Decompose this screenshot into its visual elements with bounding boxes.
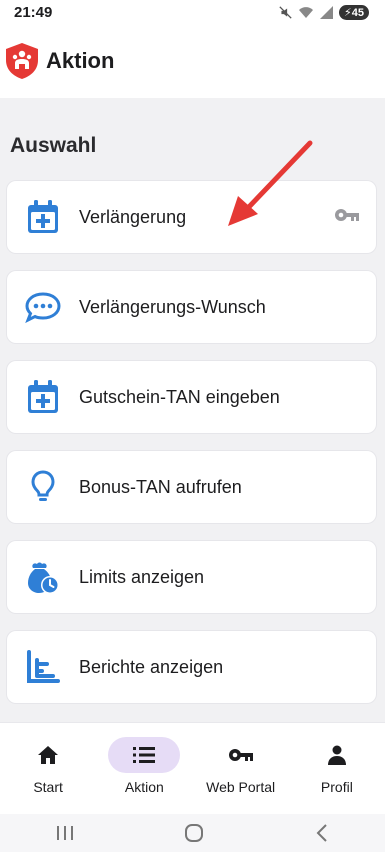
calendar-plus-icon (25, 379, 61, 415)
nav-label: Web Portal (206, 779, 276, 795)
signal-icon (320, 5, 334, 19)
menu-item-label: Berichte anzeigen (79, 656, 224, 677)
menu-item-label: Verlängerungs-Wunsch (79, 296, 266, 317)
nav-item-start[interactable]: Start (0, 737, 96, 795)
battery-level: 45 (351, 6, 364, 19)
menu-item-verlaengerung[interactable]: Verlängerung (7, 181, 376, 253)
bar-chart-icon (25, 649, 61, 685)
wifi-icon (299, 6, 314, 18)
main-content[interactable]: Auswahl Verlängerung Verlängerungs-Wunsc… (0, 98, 385, 720)
status-bar: 21:49 ⚡45 (0, 0, 385, 24)
menu-item-berichte[interactable]: Berichte anzeigen (7, 631, 376, 703)
nav-item-aktion[interactable]: Aktion (96, 737, 192, 795)
menu-item-label: Verlängerung (79, 206, 187, 227)
mute-icon (279, 5, 292, 19)
bottom-navigation: Start Aktion Web Portal Profil (0, 722, 385, 814)
home-button-icon[interactable] (184, 823, 204, 843)
page-title: Aktion (46, 48, 115, 73)
status-time: 21:49 (14, 3, 53, 21)
shield-logo (6, 43, 38, 79)
battery-icon: ⚡45 (339, 4, 369, 20)
app-bar: Aktion (0, 24, 385, 98)
key-icon (205, 737, 277, 773)
recent-apps-icon[interactable] (55, 824, 75, 842)
lightbulb-icon (25, 469, 61, 505)
nav-item-web-portal[interactable]: Web Portal (193, 737, 289, 795)
back-icon[interactable] (314, 823, 330, 843)
menu-item-label: Limits anzeigen (79, 566, 205, 587)
list-icon (108, 737, 181, 773)
menu-item-verlaengerungs-wunsch[interactable]: Verlängerungs-Wunsch (7, 271, 376, 343)
key-icon (334, 208, 360, 227)
system-navigation (0, 814, 385, 852)
chat-bubble-icon (25, 289, 61, 325)
menu-item-label: Gutschein-TAN eingeben (79, 386, 280, 407)
menu-item-bonus-tan[interactable]: Bonus-TAN aufrufen (7, 451, 376, 523)
nav-label: Aktion (124, 779, 164, 795)
person-icon (301, 737, 373, 773)
status-icons: ⚡45 (279, 4, 369, 20)
menu-item-label: Bonus-TAN aufrufen (79, 476, 242, 497)
menu-item-gutschein-tan[interactable]: Gutschein-TAN eingeben (7, 361, 376, 433)
home-icon (12, 737, 84, 773)
nav-label: Start (33, 779, 63, 795)
nav-item-profil[interactable]: Profil (289, 737, 385, 795)
menu-item-limits[interactable]: Limits anzeigen (7, 541, 376, 613)
calendar-plus-icon (25, 199, 61, 235)
clock-bag-icon (25, 559, 61, 595)
nav-label: Profil (320, 779, 353, 795)
section-title: Auswahl (10, 134, 97, 157)
